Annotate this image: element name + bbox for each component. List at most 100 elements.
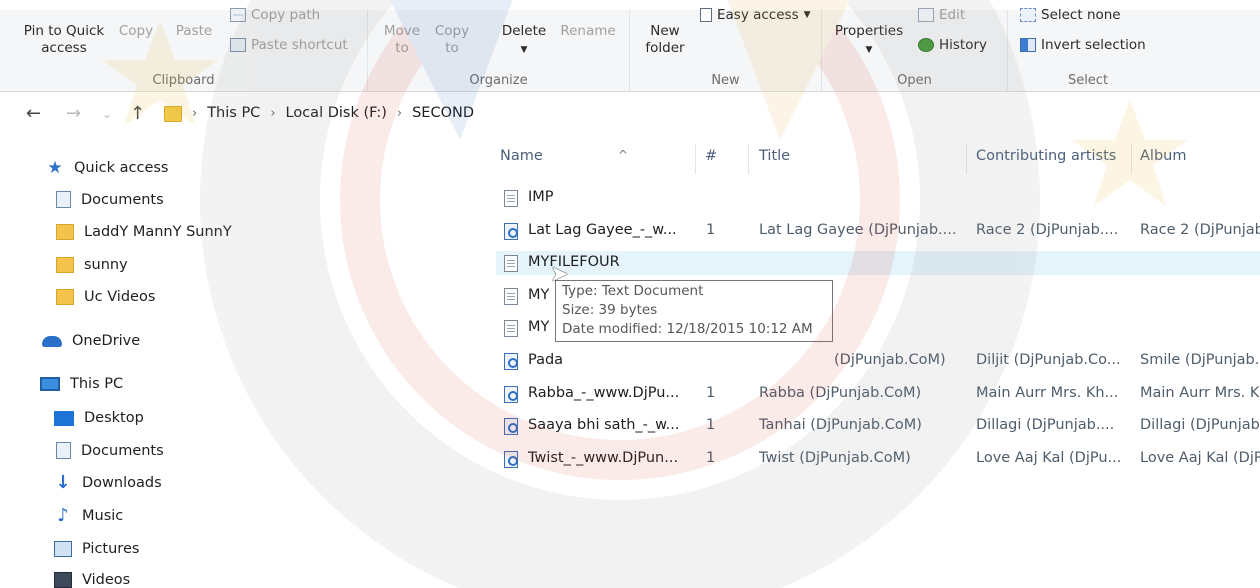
file-artists-cell: Dillagi (DjPunjab.... <box>976 417 1115 434</box>
text-file-icon <box>504 287 518 305</box>
cloud-icon <box>42 335 62 347</box>
history-button[interactable]: History <box>918 37 987 53</box>
folder-icon <box>56 257 74 273</box>
sidebar-item-label: Quick access <box>74 160 169 176</box>
rename-button[interactable]: Rename <box>556 23 620 40</box>
tooltip-date-modified: Date modified: 12/18/2015 10:12 AM <box>562 321 813 337</box>
table-row[interactable]: Lat Lag Gayee_-_w... 1 Lat Lag Gayee (DjPu… <box>496 219 1260 243</box>
easy-access-icon <box>700 8 712 22</box>
column-header-number[interactable]: # <box>705 148 745 174</box>
file-name-cell: Rabba_-_www.DjPu... <box>528 384 680 401</box>
table-row[interactable]: IMP <box>496 186 1260 210</box>
file-name-cell: IMP <box>528 189 554 205</box>
navigation-pane: ★ Quick access Documents LaddY MannY Sun… <box>0 138 470 588</box>
easy-access-caret: ▼ <box>803 10 811 20</box>
sidebar-item-label: Pictures <box>82 541 140 557</box>
text-file-icon <box>504 255 518 273</box>
edit-icon <box>918 8 934 22</box>
sidebar-item-laddy-manny-sunny[interactable]: LaddY MannY SunnY <box>56 224 232 240</box>
file-title-cell: Rabba (DjPunjab.CoM) <box>759 384 922 401</box>
column-header-name[interactable]: Name ^ <box>500 148 690 174</box>
table-row[interactable]: Rabba_-_www.DjPu... 1 Rabba (DjPunjab.CoM)… <box>496 382 1260 406</box>
tooltip-size: Size: 39 bytes <box>562 302 658 318</box>
file-title-cell: Lat Lag Gayee (DjPunjab.... <box>759 221 957 238</box>
forward-arrow-icon[interactable]: → <box>66 103 81 125</box>
sidebar-item-downloads[interactable]: ↓ Downloads <box>54 472 162 493</box>
file-list: Name ^ # Title Contributing artists Albu… <box>470 138 1260 588</box>
pin-to-quick-access-button[interactable]: Pin to Quick access <box>16 23 112 57</box>
column-header-title[interactable]: Title <box>759 148 959 174</box>
sidebar-item-sunny[interactable]: sunny <box>56 257 128 273</box>
music-note-icon: ♪ <box>57 505 69 526</box>
file-name-cell: MY <box>528 286 550 303</box>
new-folder-button[interactable]: New folder <box>638 23 692 57</box>
copy-button[interactable]: Copy <box>114 23 158 40</box>
breadcrumb-local-disk[interactable]: Local Disk (F:) <box>286 105 387 121</box>
file-number-cell: 1 <box>706 384 716 401</box>
table-row[interactable]: Twist_-_www.DjPun... 1 Twist (DjPunjab.CoM… <box>496 447 1260 471</box>
new-group-label: New <box>711 73 740 88</box>
clipboard-group: Pin to Quick access Copy Paste Copy path… <box>0 7 368 92</box>
copy-path-button[interactable]: Copy path <box>230 7 320 23</box>
history-label: History <box>939 37 988 53</box>
sidebar-item-label: Documents <box>81 191 164 208</box>
sidebar-item-label: Music <box>82 508 124 524</box>
copy-to-button[interactable]: Copy to <box>430 23 474 57</box>
properties-button[interactable]: Properties ▼ <box>832 23 906 59</box>
clipboard-group-label: Clipboard <box>152 73 215 88</box>
file-name-cell: Lat Lag Gayee_-_w... <box>528 221 677 238</box>
file-number-cell: 1 <box>706 449 716 466</box>
sidebar-item-label: Uc Videos <box>84 289 156 305</box>
file-name-cell: Twist_-_www.DjPun... <box>528 449 679 466</box>
table-row[interactable]: MYFILEFOUR <box>496 251 1260 276</box>
sort-ascending-icon: ^ <box>618 148 629 162</box>
sidebar-item-uc-videos[interactable]: Uc Videos <box>56 289 155 305</box>
sidebar-item-music[interactable]: ♪ Music <box>54 505 124 526</box>
sidebar-item-videos[interactable]: Videos <box>54 572 130 588</box>
file-number-cell: 1 <box>706 221 716 238</box>
column-divider[interactable] <box>966 144 967 174</box>
easy-access-button[interactable]: Easy access ▼ <box>700 7 811 23</box>
table-row[interactable]: Pada (DjPunjab.CoM) Diljit (DjPunjab.Co...… <box>496 349 1260 373</box>
paste-button[interactable]: Paste <box>170 23 218 40</box>
column-divider[interactable] <box>695 144 696 174</box>
move-to-button[interactable]: Move to <box>376 23 428 57</box>
file-album-cell: Smile (DjPunjab. <box>1140 352 1260 368</box>
sidebar-item-this-pc[interactable]: This PC <box>40 376 123 392</box>
sidebar-item-onedrive[interactable]: OneDrive <box>42 333 140 349</box>
breadcrumb-this-pc[interactable]: This PC <box>207 105 260 121</box>
column-header-album[interactable]: Album <box>1140 148 1260 174</box>
column-divider[interactable] <box>1131 144 1132 174</box>
invert-selection-button[interactable]: Invert selection <box>1020 37 1146 53</box>
sidebar-item-label: Downloads <box>82 475 162 491</box>
delete-button[interactable]: Delete ▼ <box>496 23 552 59</box>
recent-locations-chevron-icon[interactable]: ⌄ <box>102 103 112 125</box>
breadcrumb-separator-icon: › <box>192 105 198 121</box>
table-row[interactable]: Saaya bhi sath_-_w... 1 Tanhai (DjPunjab.C… <box>496 414 1260 438</box>
column-divider[interactable] <box>748 144 749 174</box>
up-arrow-icon[interactable]: ↑ <box>130 103 145 125</box>
audio-file-icon <box>504 222 518 240</box>
file-album-cell: Dillagi (DjPunjab <box>1140 417 1260 434</box>
history-icon <box>918 38 934 52</box>
sidebar-item-label: sunny <box>84 257 128 273</box>
text-file-icon <box>504 320 518 338</box>
breadcrumb-second[interactable]: SECOND <box>412 105 474 121</box>
sidebar-item-pc-documents[interactable]: Documents <box>56 442 164 459</box>
invert-selection-icon <box>1020 38 1036 52</box>
sidebar-item-desktop[interactable]: Desktop <box>54 410 144 426</box>
sidebar-item-documents[interactable]: Documents <box>56 191 164 208</box>
sidebar-item-quick-access[interactable]: ★ Quick access <box>46 159 168 177</box>
sidebar-item-label: Videos <box>82 572 131 588</box>
sidebar-item-pictures[interactable]: Pictures <box>54 541 139 557</box>
back-arrow-icon[interactable]: ← <box>26 103 41 125</box>
select-none-button[interactable]: Select none <box>1020 7 1121 23</box>
delete-dropdown-caret: ▼ <box>520 45 528 55</box>
select-none-label: Select none <box>1041 7 1121 23</box>
column-header-contributing-artists[interactable]: Contributing artists <box>976 148 1126 174</box>
download-arrow-icon: ↓ <box>55 472 71 493</box>
copy-path-label: Copy path <box>251 7 321 23</box>
audio-file-icon <box>504 385 518 403</box>
paste-shortcut-button[interactable]: Paste shortcut <box>230 37 348 53</box>
edit-button[interactable]: Edit <box>918 7 965 23</box>
